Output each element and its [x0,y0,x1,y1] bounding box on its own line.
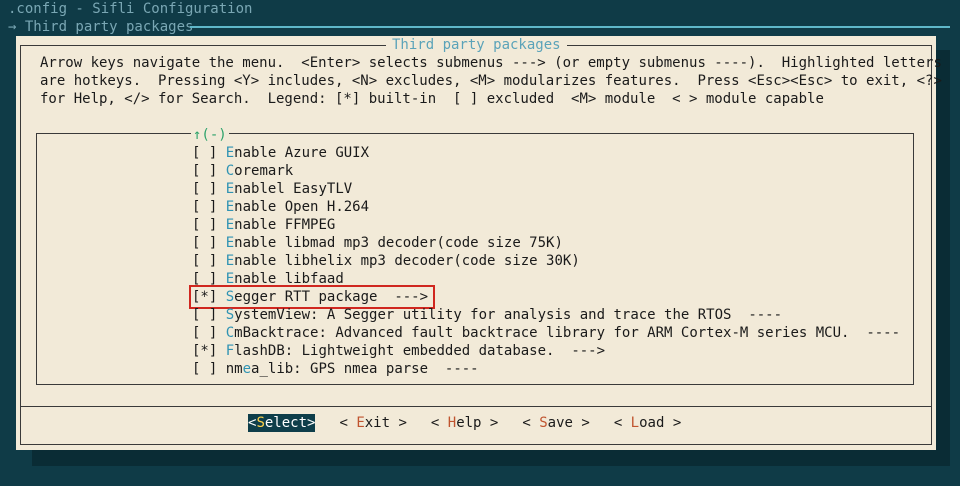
hotkey-letter: S [225,307,235,323]
hotkey-letter: E [225,253,235,269]
button-label: elect> [264,415,316,431]
checkbox[interactable]: [ ] [192,235,217,251]
checkbox[interactable]: [ ] [192,361,217,377]
hotkey-letter: H [447,415,457,431]
menu-item-label: ystemView: A Segger utility for analysis… [234,307,783,323]
button-bracket: < [613,415,631,431]
menu-item-label: nable libfaad [234,271,344,287]
menu-item-label: nable Open H.264 [234,199,370,215]
app-title: .config - Sifli Configuration [8,1,253,17]
checkbox[interactable]: [ ] [192,199,217,215]
header-separator [190,26,950,28]
menu-item[interactable]: [ ] nmea_lib: GPS nmea parse ---- [192,360,904,378]
hotkey-letter: E [225,271,235,287]
menu-item-label: nable FFMPEG [234,217,336,233]
menu-item-label: nablel EasyTLV [234,181,353,197]
hotkey-letter: E [356,415,365,431]
hotkey-letter: E [225,199,235,215]
checkbox[interactable]: [ ] [192,325,217,341]
button-save[interactable]: < Save > [522,414,589,432]
menuconfig-dialog: Third party packages Arrow keys navigate… [16,36,942,450]
checkbox[interactable]: [ ] [192,145,217,161]
dialog-title: Third party packages [386,36,567,54]
menu-item[interactable]: [ ] Enable libmad mp3 decoder(code size … [192,234,904,252]
checkbox[interactable]: [ ] [192,181,217,197]
checkbox[interactable]: [ ] [192,271,217,287]
menu-item[interactable]: [ ] Enable Open H.264 [192,198,904,216]
menu-item-label: nable Azure GUIX [234,145,370,161]
menu-item[interactable]: [ ] Enable libhelix mp3 decoder(code siz… [192,252,904,270]
checkbox[interactable]: [*] [192,343,217,359]
button-bracket: < [522,415,540,431]
menu-item-label: mBacktrace: Advanced fault backtrace lib… [234,325,901,341]
button-label: oad > [639,415,682,431]
breadcrumb: → Third party packages [8,19,194,35]
hotkey-letter: C [225,163,235,179]
button-label: ave > [547,415,590,431]
hotkey-letter: e [242,361,252,377]
hotkey-letter: E [225,217,235,233]
button-select[interactable]: <Select> [248,414,316,432]
menu-item-selected[interactable]: [*] Segger RTT package ---> [188,285,436,309]
menu-item-label: egger RTT package ---> [234,289,429,305]
checkbox[interactable]: [ ] [192,217,217,233]
button-bar: <Select> < Exit > < Help > < Save > < Load > [248,414,705,432]
menu-item-label-prefix: nm [225,361,243,377]
checkbox[interactable]: [ ] [192,307,217,323]
menu-item[interactable]: [ ] Enable Azure GUIX [192,144,904,162]
button-label: xit > [364,415,407,431]
button-exit[interactable]: < Exit > [339,414,406,432]
button-label: elp > [456,415,499,431]
help-line: for Help, </> for Search. Legend: [*] bu… [40,91,824,107]
menu-item-label: nable libhelix mp3 decoder(code size 30K… [234,253,580,269]
help-text: Arrow keys navigate the menu. <Enter> se… [40,54,942,108]
hotkey-letter: E [225,181,235,197]
hotkey-letter: C [225,325,235,341]
menu-item-label: oremark [234,163,294,179]
menu-item[interactable]: [ ] Enable FFMPEG [192,216,904,234]
menu-item[interactable]: [ ] Enablel EasyTLV [192,180,904,198]
button-divider [20,406,932,407]
hotkey-letter: L [630,415,640,431]
menu-item-label: nable libmad mp3 decoder(code size 75K) [234,235,563,251]
hotkey-letter: S [225,289,235,305]
scroll-indicator: ↑(-) [191,126,229,144]
menu-items: [ ] Enable Azure GUIX[ ] Coremark[ ] Ena… [188,144,904,378]
checkbox[interactable]: [*] [192,289,217,305]
hotkey-letter: S [256,415,265,431]
menu-item-label: a_lib: GPS nmea parse ---- [251,361,479,377]
button-help[interactable]: < Help > [431,414,498,432]
menu-item[interactable]: [ ] CmBacktrace: Advanced fault backtrac… [192,324,904,342]
button-bracket: < [430,415,448,431]
hotkey-letter: E [225,235,235,251]
menu-item[interactable]: [ ] Coremark [192,162,904,180]
menu-item-label: lashDB: Lightweight embedded database. -… [234,343,606,359]
help-line: are hotkeys. Pressing <Y> includes, <N> … [40,73,942,89]
hotkey-letter: E [225,145,235,161]
button-bracket: < [339,415,357,431]
menu-item[interactable]: [*] FlashDB: Lightweight embedded databa… [192,342,904,360]
menu-item[interactable]: [ ] SystemView: A Segger utility for ana… [192,306,904,324]
button-load[interactable]: < Load > [614,414,681,432]
hotkey-letter: S [539,415,548,431]
help-line: Arrow keys navigate the menu. <Enter> se… [40,55,942,71]
checkbox[interactable]: [ ] [192,163,217,179]
hotkey-letter: F [225,343,235,359]
checkbox[interactable]: [ ] [192,253,217,269]
menu-item[interactable]: [ ] Enable libfaad [192,270,904,288]
